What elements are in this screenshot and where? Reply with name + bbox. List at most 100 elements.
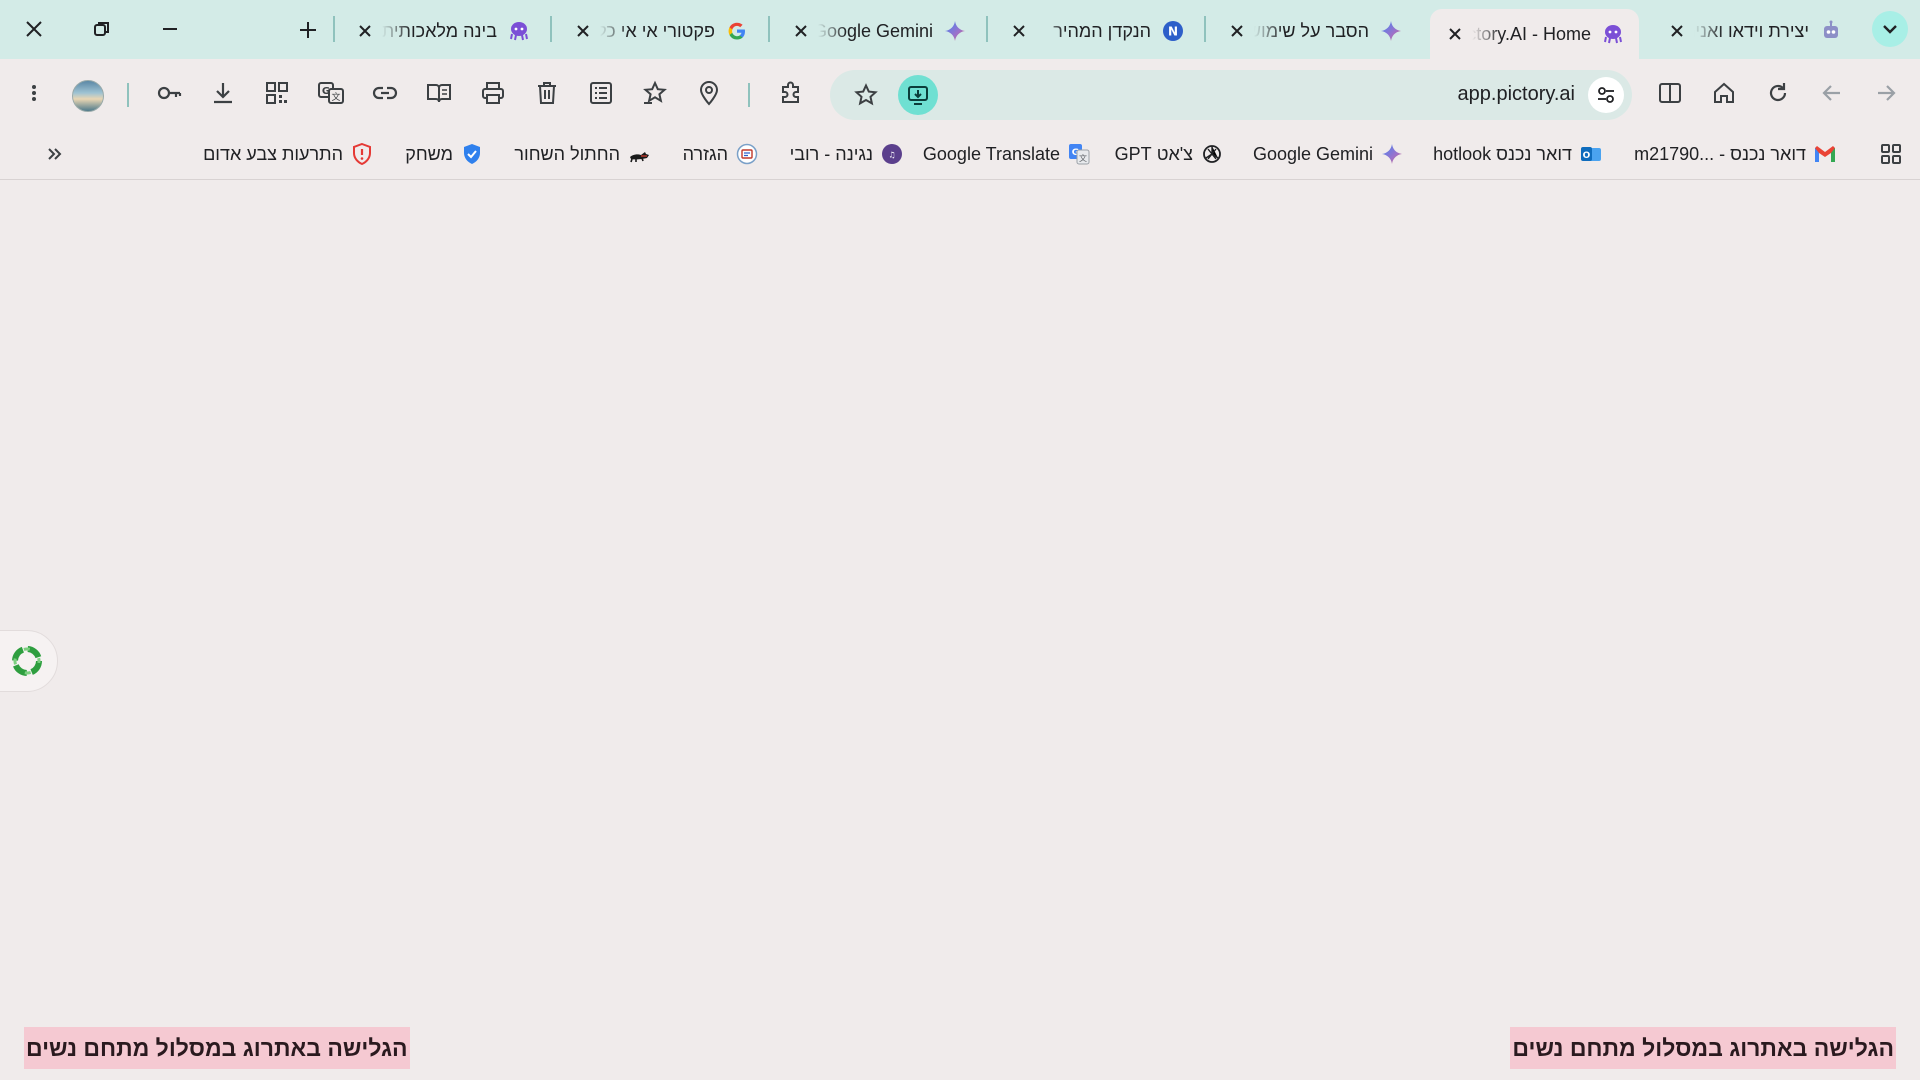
tab-5[interactable]: Google Gemini	[776, 8, 981, 54]
install-app-button[interactable]	[898, 75, 938, 115]
gmail-icon	[1814, 143, 1836, 165]
bookmark-label: Google Translate	[922, 143, 1060, 164]
tab-search-button[interactable]	[1872, 11, 1908, 47]
tab-1[interactable]: יצירת וידאו ואנימציה	[1652, 8, 1857, 54]
reload-button[interactable]	[1760, 75, 1796, 111]
tab-4[interactable]: N הנקדן המהיר	[994, 8, 1199, 54]
delete-button[interactable]	[529, 75, 565, 111]
bookmarks-overflow-button[interactable]	[40, 139, 70, 169]
location-button[interactable]	[691, 75, 727, 111]
toolbar-separator	[748, 83, 750, 107]
bookmark-outlook[interactable]: O דואר נכנס hotlook	[1433, 138, 1602, 170]
tab-3[interactable]: הסבר על שימוש	[1212, 8, 1417, 54]
minimize-icon	[160, 19, 180, 39]
url-text[interactable]: app.pictory.ai	[1458, 83, 1575, 106]
bookmark-gmail[interactable]: דואר נכנס - ...m21790	[1634, 138, 1836, 170]
svg-text:O: O	[1583, 151, 1591, 161]
address-bar[interactable]: app.pictory.ai	[830, 70, 1632, 120]
password-manager-button[interactable]	[151, 75, 187, 111]
gemini-icon	[1379, 19, 1403, 43]
close-icon	[24, 19, 44, 39]
tab-close-icon[interactable]	[354, 20, 376, 42]
side-panel-button[interactable]	[1652, 75, 1688, 111]
bookmark-label: דואר נכנס - ...m21790	[1634, 143, 1806, 164]
translate-page-button[interactable]: G文	[313, 75, 349, 111]
bookmark-hagizra[interactable]: הגזרה	[683, 138, 758, 170]
printer-icon	[480, 80, 506, 106]
svg-text:文: 文	[331, 91, 340, 103]
reading-mode-button[interactable]	[421, 75, 457, 111]
tab-title: Google Gemini	[818, 20, 933, 41]
link-icon	[372, 80, 398, 106]
home-button[interactable]	[1706, 75, 1742, 111]
downloads-button[interactable]	[205, 75, 241, 111]
google-icon	[725, 19, 749, 43]
profile-avatar[interactable]	[72, 80, 104, 112]
arrow-left-icon	[1820, 81, 1844, 105]
bookmark-google-translate[interactable]: G文 Google Translate	[923, 138, 1090, 170]
apps-button[interactable]	[1874, 137, 1908, 171]
plus-icon	[298, 20, 318, 40]
star-list-icon	[642, 80, 668, 106]
reading-list-button[interactable]	[583, 75, 619, 111]
bookmark-music[interactable]: ♫ נגינה - רובי	[790, 138, 903, 170]
download-icon	[210, 80, 236, 106]
bookmark-red-alert[interactable]: התרעות צבע אדום	[203, 138, 373, 170]
bookmark-label: דואר נכנס hotlook	[1433, 143, 1572, 164]
split-view-icon	[1657, 80, 1683, 106]
qr-code-icon	[264, 80, 290, 106]
bookmark-chatgpt[interactable]: צ'אט GPT	[1115, 138, 1223, 170]
bookmark-star-button[interactable]	[848, 77, 884, 113]
tune-icon	[1595, 84, 1617, 106]
tab-title: פקטורי אי אי כללי	[600, 20, 715, 41]
bookmark-label: התרעות צבע אדום	[203, 143, 343, 164]
gemini-icon	[943, 19, 967, 43]
menu-button[interactable]	[16, 75, 52, 111]
window-close-button[interactable]	[8, 8, 60, 50]
tab-close-icon[interactable]	[1226, 20, 1248, 42]
back-button[interactable]	[1814, 75, 1850, 111]
tab-close-icon[interactable]	[1666, 20, 1688, 42]
forward-button[interactable]	[1868, 75, 1904, 111]
bookmark-black-cat[interactable]: החתול השחור	[514, 138, 650, 170]
tab-2-active[interactable]: Pictory.AI - Home	[1430, 9, 1639, 59]
red-shield-icon	[351, 143, 373, 165]
tab-strip: בינה מלאכותית פקטורי אי אי כללי Google G…	[0, 0, 1920, 59]
window-restore-button[interactable]	[76, 8, 128, 50]
tab-close-icon[interactable]	[572, 20, 594, 42]
tab-close-icon[interactable]	[1008, 20, 1030, 42]
tab-close-icon[interactable]	[1444, 23, 1466, 45]
news-circle-icon	[736, 143, 758, 165]
tab-7[interactable]: בינה מלאכותית	[340, 8, 545, 54]
bookmark-game[interactable]: משחק	[405, 138, 483, 170]
restore-icon	[92, 19, 112, 39]
window-minimize-button[interactable]	[144, 8, 196, 50]
tab-6[interactable]: פקטורי אי אי כללי	[558, 8, 763, 54]
bookmark-gemini[interactable]: Google Gemini	[1253, 138, 1403, 170]
bookmark-label: נגינה - רובי	[789, 143, 873, 164]
book-open-icon	[425, 80, 453, 106]
site-settings-button[interactable]	[1588, 77, 1624, 113]
chevron-down-icon	[1881, 20, 1899, 38]
tab-separator	[1204, 16, 1206, 42]
octopus-icon	[1601, 22, 1625, 46]
loading-widget[interactable]	[0, 630, 58, 692]
home-icon	[1711, 80, 1737, 106]
print-button[interactable]	[475, 75, 511, 111]
translate-icon: G文	[1068, 143, 1090, 165]
copy-link-button[interactable]	[367, 75, 403, 111]
tab-close-icon[interactable]	[790, 20, 812, 42]
svg-text:文: 文	[1079, 153, 1087, 163]
bookmarks-button[interactable]	[637, 75, 673, 111]
new-tab-button[interactable]	[290, 12, 326, 48]
octopus-icon	[507, 19, 531, 43]
music-circle-icon: ♫	[881, 143, 903, 165]
tab-title: הנקדן המהיר	[1053, 20, 1151, 41]
verified-shield-icon	[461, 143, 483, 165]
qr-code-button[interactable]	[259, 75, 295, 111]
tab-separator	[550, 16, 552, 42]
tab-title: הסבר על שימוש	[1254, 20, 1369, 41]
extensions-button[interactable]	[773, 75, 809, 111]
tab-separator	[986, 16, 988, 42]
map-pin-icon	[697, 80, 721, 106]
